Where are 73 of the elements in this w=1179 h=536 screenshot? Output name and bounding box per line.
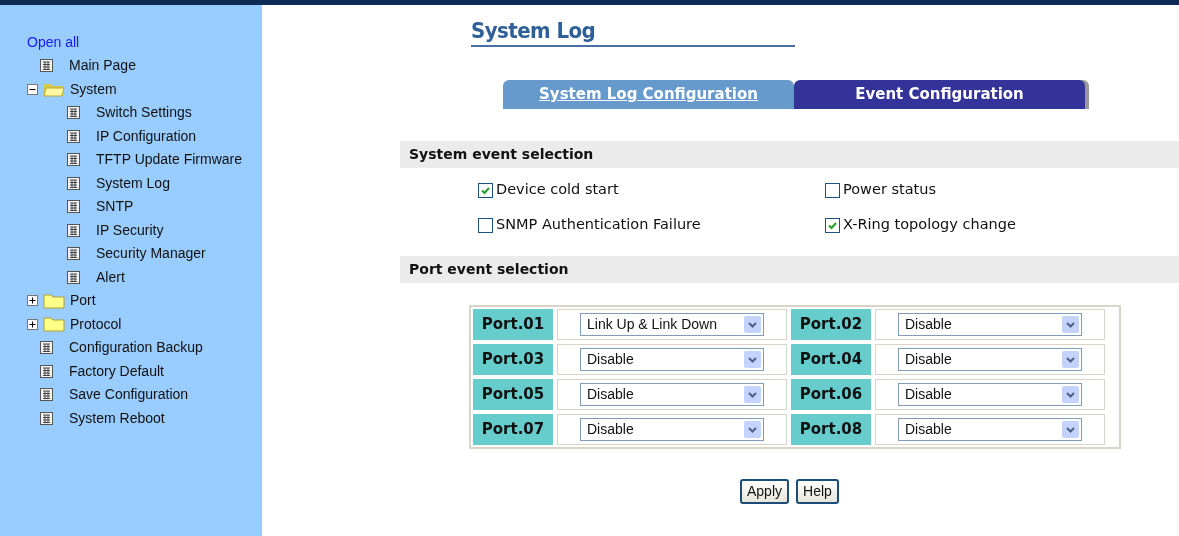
folder-icon — [43, 292, 65, 309]
dropdown[interactable]: Disable — [580, 418, 764, 441]
checkbox-label: Device cold start — [496, 180, 619, 200]
collapse-icon[interactable] — [27, 83, 38, 95]
dropdown[interactable]: Disable — [898, 418, 1082, 441]
page-icon — [40, 59, 53, 73]
chevron-down-icon — [744, 351, 761, 368]
page-icon — [40, 388, 53, 402]
port-label: Port.02 — [791, 309, 871, 340]
tree-item[interactable]: IP Configuration — [96, 125, 197, 147]
port-label: Port.01 — [473, 309, 553, 340]
dropdown[interactable]: Disable — [580, 383, 764, 406]
dropdown[interactable]: Disable — [580, 348, 764, 371]
chevron-down-icon — [1062, 386, 1079, 403]
page-icon — [67, 106, 80, 120]
chevron-down-icon — [744, 421, 761, 438]
tree-item[interactable]: SNTP — [96, 196, 134, 218]
page-icon — [67, 247, 80, 261]
dropdown[interactable]: Disable — [898, 383, 1082, 406]
tree-item[interactable]: System Reboot — [69, 407, 165, 429]
page-icon — [67, 153, 80, 167]
port-label: Port.03 — [473, 344, 553, 375]
port-label: Port.08 — [791, 414, 871, 445]
tree-item[interactable]: Port — [70, 290, 96, 312]
page-icon — [67, 200, 80, 214]
tree-item[interactable]: Save Configuration — [69, 384, 189, 406]
chevron-down-icon — [744, 386, 761, 403]
tree-item[interactable]: Alert — [96, 266, 125, 288]
section-header: Port event selection — [400, 256, 1179, 283]
tree-item[interactable]: Factory Default — [69, 360, 164, 382]
tree-item[interactable]: Configuration Backup — [69, 337, 203, 359]
checkbox-label: Power status — [843, 180, 936, 200]
button[interactable]: Apply — [740, 479, 790, 504]
dropdown[interactable]: Disable — [898, 313, 1082, 336]
page-icon — [40, 411, 53, 425]
chevron-down-icon — [1062, 316, 1079, 333]
folder-icon — [43, 316, 65, 333]
page-icon — [67, 129, 80, 143]
dropdown[interactable]: Link Up & Link Down — [580, 313, 764, 336]
checkbox[interactable] — [478, 217, 493, 233]
tree-item[interactable]: TFTP Update Firmware — [96, 149, 242, 171]
checkbox[interactable] — [825, 217, 840, 233]
tree-item[interactable]: Security Manager — [96, 243, 206, 265]
tree-item[interactable]: System Log — [96, 172, 170, 194]
section-header: System event selection — [400, 141, 1179, 168]
port-label: Port.07 — [473, 414, 553, 445]
checkbox[interactable] — [825, 182, 840, 198]
button[interactable]: Help — [796, 479, 839, 504]
expand-icon[interactable] — [27, 318, 38, 330]
checkbox-label: SNMP Authentication Failure — [496, 215, 701, 235]
page-icon — [67, 223, 80, 237]
dropdown[interactable]: Disable — [898, 348, 1082, 371]
tree-item[interactable]: Main Page — [69, 55, 136, 77]
chevron-down-icon — [1062, 351, 1079, 368]
page-icon — [67, 176, 80, 190]
tree-item[interactable]: Protocol — [70, 313, 122, 335]
port-label: Port.06 — [791, 379, 871, 410]
open-all-link[interactable]: Open all — [27, 31, 80, 54]
tree-item[interactable]: System — [70, 78, 117, 100]
page-icon — [40, 364, 53, 378]
tree-item[interactable]: IP Security — [96, 219, 164, 241]
page-icon — [67, 270, 80, 284]
chevron-down-icon — [1062, 421, 1079, 438]
page-title: System Log — [471, 17, 795, 47]
chevron-down-icon — [744, 316, 761, 333]
port-label: Port.05 — [473, 379, 553, 410]
checkbox[interactable] — [478, 182, 493, 198]
checkbox-label: X-Ring topology change — [843, 215, 1016, 235]
folder-icon — [43, 81, 65, 98]
tree-item[interactable]: Switch Settings — [96, 102, 192, 124]
expand-icon[interactable] — [27, 295, 38, 307]
page-icon — [40, 341, 53, 355]
port-label: Port.04 — [791, 344, 871, 375]
